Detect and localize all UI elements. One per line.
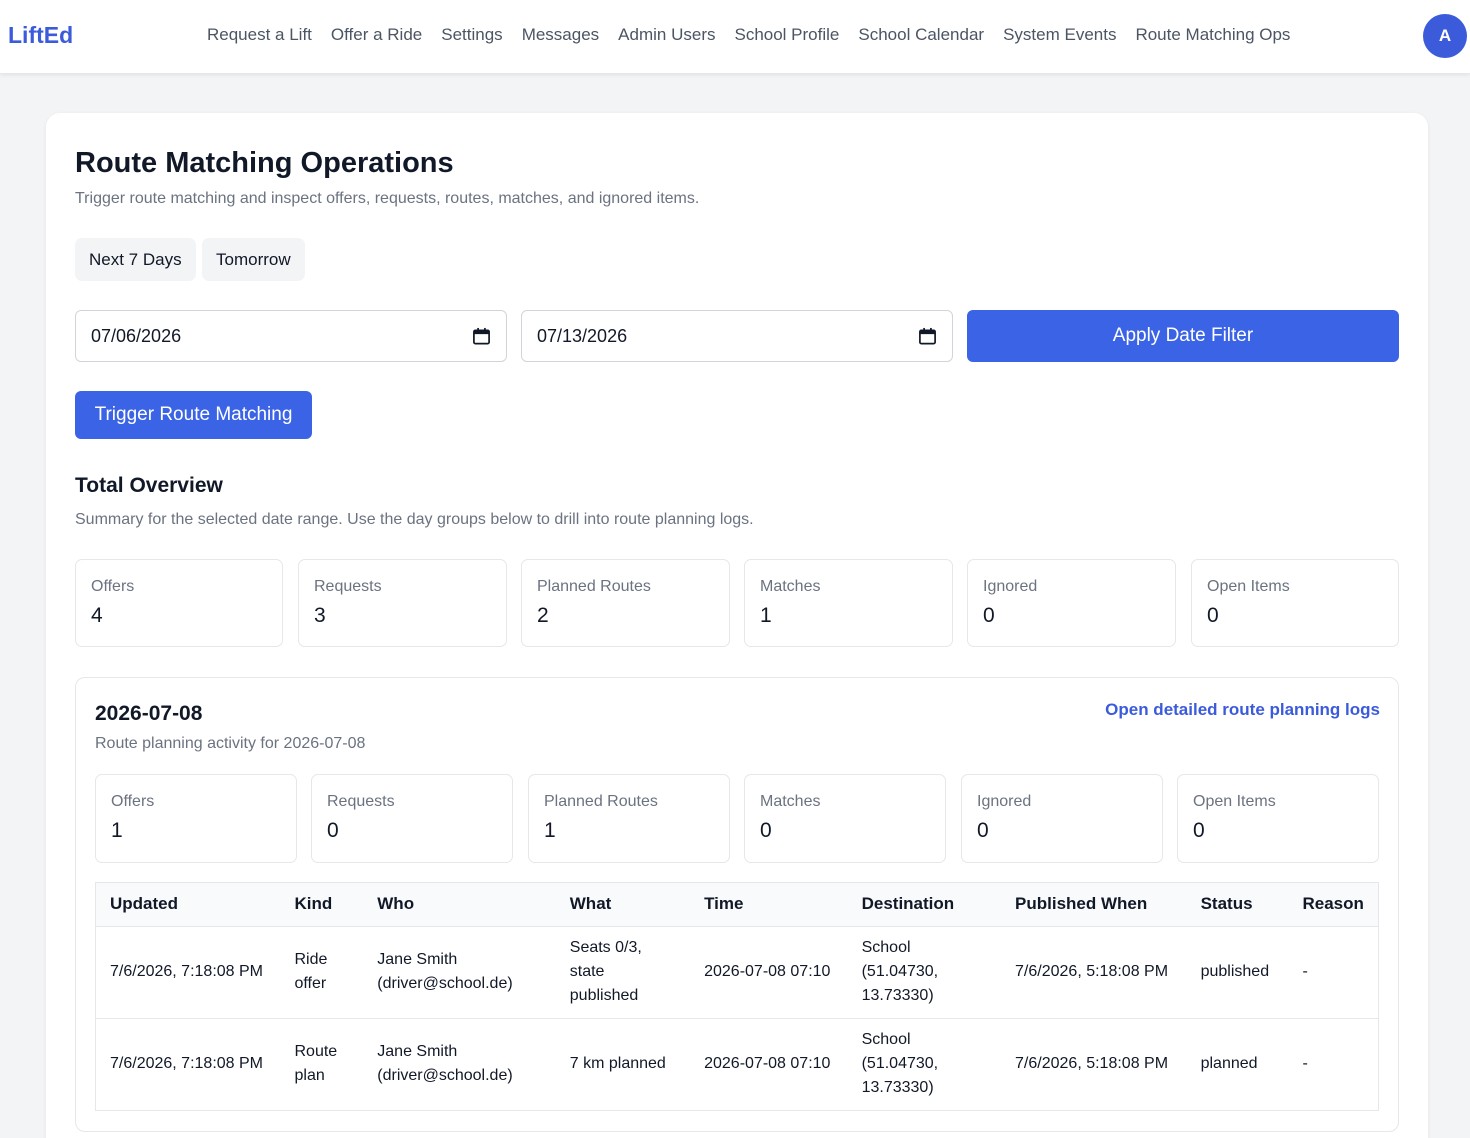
stat-value: 1	[760, 604, 772, 627]
date-to-value: 07/13/2026	[537, 325, 628, 346]
cell-reason: -	[1302, 963, 1308, 980]
stat-value: 1	[111, 819, 123, 842]
stat-label: Requests	[327, 793, 395, 810]
nav-link-system-events[interactable]: System Events	[1003, 25, 1116, 45]
stat-value: 0	[760, 819, 772, 842]
stat-value: 4	[91, 604, 103, 627]
column-header-kind[interactable]: Kind	[280, 883, 364, 927]
column-header-who[interactable]: Who	[363, 883, 556, 927]
nav-links: Request a Lift Offer a Ride Settings Mes…	[207, 25, 1290, 45]
cell-who: Jane Smith (driver@school.de)	[363, 1017, 556, 1110]
overview-stat-matches: Matches 1	[744, 559, 953, 647]
stat-value: 0	[327, 819, 339, 842]
page-title: Route Matching Operations	[75, 147, 454, 179]
stat-value: 0	[1207, 604, 1219, 627]
nav-link-messages[interactable]: Messages	[522, 25, 599, 45]
cell-time: 2026-07-08 07:10	[690, 1017, 848, 1110]
day-group-subtitle: Route planning activity for 2026-07-08	[95, 735, 366, 752]
tomorrow-button[interactable]: Tomorrow	[202, 238, 305, 281]
date-to-input[interactable]: 07/13/2026	[521, 310, 953, 362]
nav-link-settings[interactable]: Settings	[441, 25, 502, 45]
nav-link-offer-ride[interactable]: Offer a Ride	[331, 25, 422, 45]
day-stat-open-items: Open Items 0	[1177, 774, 1379, 863]
overview-stat-requests: Requests 3	[298, 559, 507, 647]
stat-value: 0	[983, 604, 995, 627]
overview-title: Total Overview	[75, 474, 223, 497]
day-stat-requests: Requests 0	[311, 774, 513, 863]
overview-subtitle: Summary for the selected date range. Use…	[75, 511, 754, 528]
day-stat-ignored: Ignored 0	[961, 774, 1163, 863]
main-card: Route Matching Operations Trigger route …	[46, 113, 1428, 1138]
column-header-destination[interactable]: Destination	[847, 883, 1002, 927]
stat-value: 2	[537, 604, 549, 627]
day-stat-matches: Matches 0	[744, 774, 946, 863]
overview-stat-offers: Offers 4	[75, 559, 283, 647]
cell-reason: -	[1288, 1017, 1378, 1110]
cell-updated: 7/6/2026, 7:18:08 PM	[110, 963, 263, 980]
cell-published-when: 7/6/2026, 5:18:08 PM	[1001, 1017, 1187, 1110]
stat-label: Matches	[760, 578, 821, 595]
cell-published-when: 7/6/2026, 5:18:08 PM	[1015, 963, 1169, 980]
cell-updated: 7/6/2026, 7:18:08 PM	[96, 1017, 281, 1110]
calendar-icon[interactable]	[472, 327, 491, 346]
date-from-input[interactable]: 07/06/2026	[75, 310, 507, 362]
stat-label: Offers	[111, 793, 155, 810]
stat-label: Open Items	[1207, 578, 1290, 595]
stat-label: Open Items	[1193, 793, 1276, 810]
stat-label: Ignored	[983, 578, 1038, 595]
day-group: 2026-07-08 Route planning activity for 2…	[75, 677, 1399, 1132]
nav-link-request-lift[interactable]: Request a Lift	[207, 25, 312, 45]
stat-value: 3	[314, 604, 326, 627]
user-avatar[interactable]: A	[1423, 14, 1467, 58]
stat-value: 1	[544, 819, 556, 842]
table-header-row: Updated Kind Who What Time Destination P…	[96, 883, 1378, 927]
column-header-updated[interactable]: Updated	[96, 883, 281, 927]
nav-link-school-calendar[interactable]: School Calendar	[858, 25, 984, 45]
table-row[interactable]: 7/6/2026, 7:18:08 PM Ride offer Jane Smi…	[96, 926, 1378, 1018]
next-7-days-button[interactable]: Next 7 Days	[75, 238, 196, 281]
cell-destination: School (51.04730, 13.73330)	[861, 939, 939, 1004]
stat-label: Planned Routes	[537, 578, 651, 595]
stat-label: Requests	[314, 578, 382, 595]
overview-stat-ignored: Ignored 0	[967, 559, 1176, 647]
column-header-reason[interactable]: Reason	[1288, 883, 1378, 927]
cell-status: published	[1200, 963, 1270, 980]
nav-link-route-matching-ops[interactable]: Route Matching Ops	[1135, 25, 1290, 45]
column-header-published-when[interactable]: Published When	[1001, 883, 1187, 927]
stat-label: Matches	[760, 793, 821, 810]
day-group-date: 2026-07-08	[95, 702, 203, 725]
stat-value: 0	[977, 819, 989, 842]
cell-kind: Route plan	[280, 1017, 364, 1110]
trigger-route-matching-button[interactable]: Trigger Route Matching	[75, 391, 312, 439]
top-navbar: LiftEd Request a Lift Offer a Ride Setti…	[0, 0, 1470, 74]
open-route-planning-logs-link[interactable]: Open detailed route planning logs	[1105, 700, 1380, 720]
brand-logo[interactable]: LiftEd	[8, 22, 73, 49]
day-stat-offers: Offers 1	[95, 774, 297, 863]
stat-label: Planned Routes	[544, 793, 658, 810]
overview-stat-planned-routes: Planned Routes 2	[521, 559, 730, 647]
date-from-value: 07/06/2026	[91, 325, 182, 346]
table-row[interactable]: 7/6/2026, 7:18:08 PM Route plan Jane Smi…	[96, 1017, 1378, 1110]
column-header-what[interactable]: What	[555, 883, 691, 927]
cell-what: 7 km planned	[555, 1017, 691, 1110]
page-subtitle: Trigger route matching and inspect offer…	[75, 190, 700, 207]
overview-stat-open-items: Open Items 0	[1191, 559, 1399, 647]
stat-label: Offers	[91, 578, 135, 595]
column-header-time[interactable]: Time	[690, 883, 848, 927]
nav-link-admin-users[interactable]: Admin Users	[618, 25, 715, 45]
column-header-status[interactable]: Status	[1186, 883, 1289, 927]
cell-kind: Ride offer	[294, 951, 328, 992]
cell-what: Seats 0/3, state published	[569, 939, 642, 1004]
cell-status: planned	[1186, 1017, 1289, 1110]
day-stat-planned-routes: Planned Routes 1	[528, 774, 730, 863]
calendar-icon[interactable]	[918, 327, 937, 346]
route-planning-table: Updated Kind Who What Time Destination P…	[95, 882, 1379, 1111]
stat-label: Ignored	[977, 793, 1032, 810]
cell-time: 2026-07-08 07:10	[704, 963, 831, 980]
stat-value: 0	[1193, 819, 1205, 842]
nav-link-school-profile[interactable]: School Profile	[734, 25, 839, 45]
apply-date-filter-button[interactable]: Apply Date Filter	[967, 310, 1399, 362]
cell-destination: School (51.04730, 13.73330)	[847, 1017, 1002, 1110]
cell-who: Jane Smith (driver@school.de)	[377, 951, 513, 992]
